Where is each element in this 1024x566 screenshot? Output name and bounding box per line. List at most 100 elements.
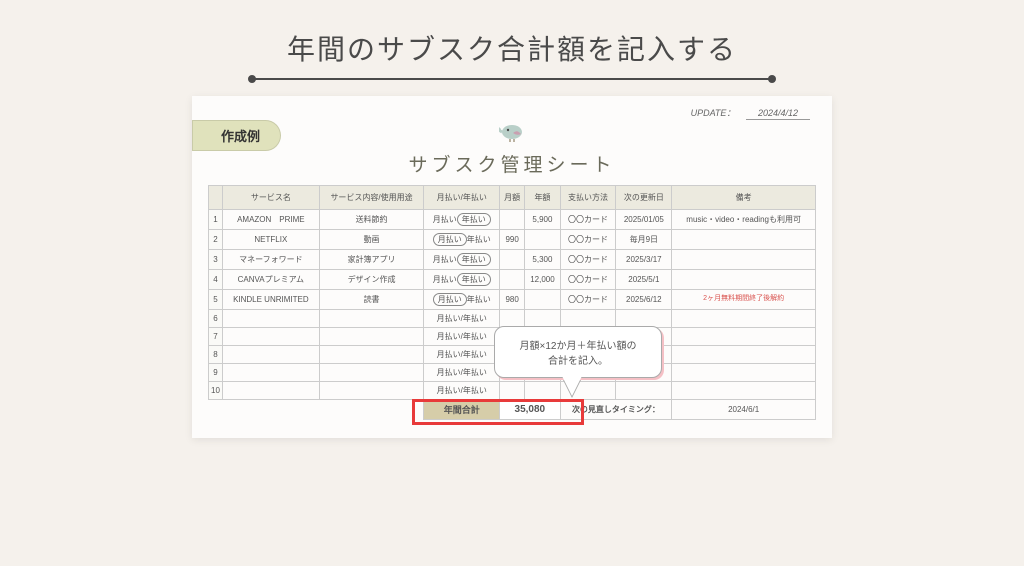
cell-monthly [500,310,525,328]
row-num: 7 [209,328,223,346]
cell-service [223,382,320,400]
cell-service [223,310,320,328]
cell-yearly: 5,300 [525,250,560,270]
cell-cycle: 月払い年払い [424,210,500,230]
row-num: 5 [209,290,223,310]
cell-yearly: 12,000 [525,270,560,290]
cell-monthly [500,250,525,270]
cell-payment: 〇〇カード [560,230,616,250]
cell-cycle: 月払い/年払い [424,364,500,382]
cell-remarks [672,382,816,400]
cell-payment [560,310,616,328]
cell-remarks: 2ヶ月無料期間終了後解約 [672,290,816,310]
cell-content [319,328,424,346]
example-badge: 作成例 [192,120,281,151]
cell-service [223,364,320,382]
row-num: 2 [209,230,223,250]
cell-service: CANVAプレミアム [223,270,320,290]
cell-remarks [672,250,816,270]
cell-content [319,310,424,328]
cell-remarks [672,230,816,250]
bird-icon [499,121,525,148]
cell-monthly [500,210,525,230]
cell-monthly [500,270,525,290]
cell-payment: 〇〇カード [560,210,616,230]
cell-renew [616,310,672,328]
col-service: サービス名 [223,186,320,210]
col-payment: 支払い方法 [560,186,616,210]
cell-yearly: 5,900 [525,210,560,230]
timing-label: 次の見直しタイミング： [560,400,672,420]
cell-service: マネーフォワード [223,250,320,270]
cell-renew: 毎月9日 [616,230,672,250]
worksheet: UPDATE： 2024/4/12 作成例 サブスク管理シート サービス名 サー… [192,96,832,438]
cell-content [319,382,424,400]
cell-service [223,328,320,346]
row-num: 4 [209,270,223,290]
cell-remarks [672,328,816,346]
cell-remarks [672,364,816,382]
cell-renew [616,382,672,400]
speech-bubble: 月額×12か月＋年払い額の 合計を記入。 [494,326,662,378]
total-label: 年間合計 [424,400,500,420]
col-yearly: 年額 [525,186,560,210]
cell-content: 読書 [319,290,424,310]
cell-monthly: 980 [500,290,525,310]
col-renew: 次の更新日 [616,186,672,210]
row-num: 3 [209,250,223,270]
cell-service: NETFLIX [223,230,320,250]
update-row: UPDATE： 2024/4/12 [208,106,816,119]
cell-content: 動画 [319,230,424,250]
cell-cycle: 月払い年払い [424,230,500,250]
cell-renew: 2025/5/1 [616,270,672,290]
row-num: 6 [209,310,223,328]
col-monthly: 月額 [500,186,525,210]
col-num [209,186,223,210]
cell-cycle: 月払い/年払い [424,328,500,346]
cell-remarks [672,270,816,290]
update-date: 2024/4/12 [746,108,810,120]
col-remarks: 備考 [672,186,816,210]
cell-renew: 2025/01/05 [616,210,672,230]
row-num: 10 [209,382,223,400]
cell-remarks [672,346,816,364]
cell-cycle: 月払い/年払い [424,346,500,364]
speech-line1: 月額×12か月＋年払い額の [501,337,655,352]
cell-remarks [672,310,816,328]
cell-monthly: 990 [500,230,525,250]
cell-cycle: 月払い年払い [424,270,500,290]
cell-remarks: music・video・readingも利用可 [672,210,816,230]
row-num: 9 [209,364,223,382]
cell-yearly [525,310,560,328]
col-cycle: 月払い/年払い [424,186,500,210]
cell-service: AMAZON PRIME [223,210,320,230]
cell-yearly [525,230,560,250]
cell-yearly [525,382,560,400]
row-num: 1 [209,210,223,230]
cell-cycle: 月払い/年払い [424,382,500,400]
cell-service: KINDLE UNRIMITED [223,290,320,310]
update-label: UPDATE： [691,108,736,118]
cell-renew: 2025/3/17 [616,250,672,270]
subscription-table: サービス名 サービス内容/使用用途 月払い/年払い 月額 年額 支払い方法 次の… [208,185,816,420]
speech-line2: 合計を記入。 [501,352,655,367]
cell-renew: 2025/6/12 [616,290,672,310]
speech-tail [562,376,582,396]
sheet-title: サブスク管理シート [408,155,615,176]
cell-content [319,364,424,382]
cell-cycle: 月払い年払い [424,250,500,270]
cell-payment: 〇〇カード [560,290,616,310]
cell-content [319,346,424,364]
cell-service [223,346,320,364]
cell-content: 送料節約 [319,210,424,230]
cell-payment: 〇〇カード [560,250,616,270]
cell-content: デザイン作成 [319,270,424,290]
col-content: サービス内容/使用用途 [319,186,424,210]
cell-payment: 〇〇カード [560,270,616,290]
main-title: 年間のサブスク合計額を記入する [0,28,1024,68]
total-value: 35,080 [500,400,561,420]
cell-cycle: 月払い/年払い [424,310,500,328]
cell-content: 家計簿アプリ [319,250,424,270]
cell-monthly [500,382,525,400]
timing-value: 2024/6/1 [672,400,816,420]
